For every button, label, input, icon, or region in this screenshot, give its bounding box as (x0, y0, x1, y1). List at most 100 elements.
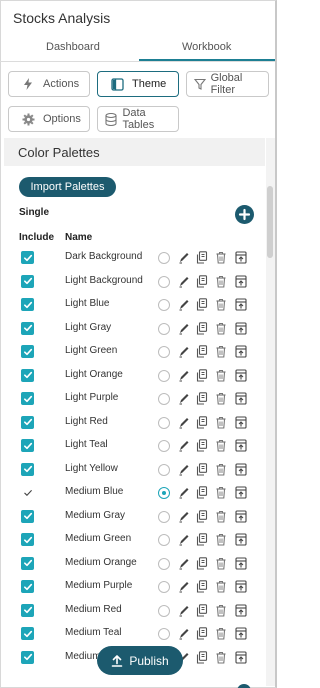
publish-button[interactable]: Publish (97, 646, 183, 675)
actions-button[interactable]: Actions (8, 71, 90, 97)
default-palette-radio[interactable] (158, 510, 170, 523)
default-palette-radio[interactable] (158, 440, 170, 452)
copy-icon[interactable] (196, 345, 208, 358)
include-checkbox[interactable] (21, 321, 34, 335)
copy-icon[interactable] (196, 274, 208, 288)
export-icon[interactable] (235, 627, 247, 640)
edit-icon[interactable] (178, 510, 190, 523)
copy-icon[interactable] (196, 580, 208, 593)
add-palette-button[interactable] (235, 205, 254, 224)
export-icon[interactable] (235, 556, 247, 570)
include-checkbox[interactable] (21, 298, 34, 311)
include-checkbox[interactable] (21, 392, 34, 405)
include-checkbox[interactable] (21, 462, 34, 476)
export-icon[interactable] (235, 603, 247, 617)
default-palette-radio[interactable] (158, 628, 170, 640)
include-checkbox[interactable] (21, 415, 34, 429)
default-palette-radio[interactable] (158, 416, 170, 429)
edit-icon[interactable] (178, 627, 190, 640)
delete-icon[interactable] (215, 557, 227, 570)
copy-icon[interactable] (196, 415, 208, 429)
include-checkbox[interactable] (21, 556, 34, 570)
tab-dashboard[interactable]: Dashboard (46, 41, 100, 53)
delete-icon[interactable] (215, 369, 227, 382)
include-checkbox[interactable] (21, 274, 34, 288)
scrollbar-thumb[interactable] (267, 186, 273, 258)
edit-icon[interactable] (178, 369, 190, 382)
include-checkbox[interactable] (21, 439, 34, 452)
copy-icon[interactable] (196, 556, 208, 570)
default-palette-radio[interactable] (158, 369, 170, 382)
edit-icon[interactable] (178, 463, 190, 476)
export-icon[interactable] (235, 274, 247, 288)
copy-icon[interactable] (196, 533, 208, 546)
edit-icon[interactable] (178, 298, 190, 311)
edit-icon[interactable] (178, 392, 190, 405)
export-icon[interactable] (235, 298, 247, 311)
default-palette-radio[interactable] (158, 487, 170, 499)
edit-icon[interactable] (178, 439, 190, 452)
export-icon[interactable] (235, 439, 247, 452)
include-checkbox[interactable] (21, 251, 34, 264)
copy-icon[interactable] (196, 627, 208, 640)
default-palette-radio[interactable] (158, 275, 170, 288)
delete-icon[interactable] (215, 486, 227, 499)
include-checkbox[interactable] (21, 533, 34, 546)
delete-icon[interactable] (215, 580, 227, 593)
include-checkbox[interactable] (21, 486, 34, 499)
copy-icon[interactable] (196, 509, 208, 523)
delete-icon[interactable] (215, 298, 227, 311)
export-icon[interactable] (235, 533, 247, 546)
default-palette-radio[interactable] (158, 299, 170, 311)
copy-icon[interactable] (196, 392, 208, 405)
export-icon[interactable] (235, 251, 247, 264)
export-icon[interactable] (235, 368, 247, 382)
export-icon[interactable] (235, 650, 247, 664)
include-checkbox[interactable] (21, 650, 34, 664)
edit-icon[interactable] (178, 345, 190, 358)
delete-icon[interactable] (215, 604, 227, 617)
edit-icon[interactable] (178, 416, 190, 429)
edit-icon[interactable] (178, 533, 190, 546)
copy-icon[interactable] (196, 251, 208, 264)
delete-icon[interactable] (215, 345, 227, 358)
global-filter-button[interactable]: Global Filter (186, 71, 269, 97)
delete-icon[interactable] (215, 651, 227, 664)
edit-icon[interactable] (178, 580, 190, 593)
default-palette-radio[interactable] (158, 557, 170, 570)
delete-icon[interactable] (215, 533, 227, 546)
edit-icon[interactable] (178, 557, 190, 570)
delete-icon[interactable] (215, 251, 227, 264)
default-palette-radio[interactable] (158, 346, 170, 358)
default-palette-radio[interactable] (158, 604, 170, 617)
default-palette-radio[interactable] (158, 252, 170, 264)
export-icon[interactable] (235, 345, 247, 358)
include-checkbox[interactable] (21, 580, 34, 593)
include-checkbox[interactable] (21, 368, 34, 382)
delete-icon[interactable] (215, 439, 227, 452)
delete-icon[interactable] (215, 392, 227, 405)
delete-icon[interactable] (215, 627, 227, 640)
copy-icon[interactable] (196, 321, 208, 335)
edit-icon[interactable] (178, 322, 190, 335)
data-tables-button[interactable]: Data Tables (97, 106, 179, 132)
export-icon[interactable] (235, 462, 247, 476)
import-palettes-button[interactable]: Import Palettes (19, 177, 116, 197)
export-icon[interactable] (235, 580, 247, 593)
copy-icon[interactable] (196, 439, 208, 452)
include-checkbox[interactable] (21, 509, 34, 523)
default-palette-radio[interactable] (158, 581, 170, 593)
delete-icon[interactable] (215, 510, 227, 523)
include-checkbox[interactable] (21, 627, 34, 640)
export-icon[interactable] (235, 392, 247, 405)
copy-icon[interactable] (196, 603, 208, 617)
default-palette-radio[interactable] (158, 322, 170, 335)
edit-icon[interactable] (178, 251, 190, 264)
copy-icon[interactable] (196, 368, 208, 382)
export-icon[interactable] (235, 509, 247, 523)
delete-icon[interactable] (215, 322, 227, 335)
options-button[interactable]: Options (8, 106, 90, 132)
copy-icon[interactable] (196, 462, 208, 476)
edit-icon[interactable] (178, 275, 190, 288)
edit-icon[interactable] (178, 604, 190, 617)
